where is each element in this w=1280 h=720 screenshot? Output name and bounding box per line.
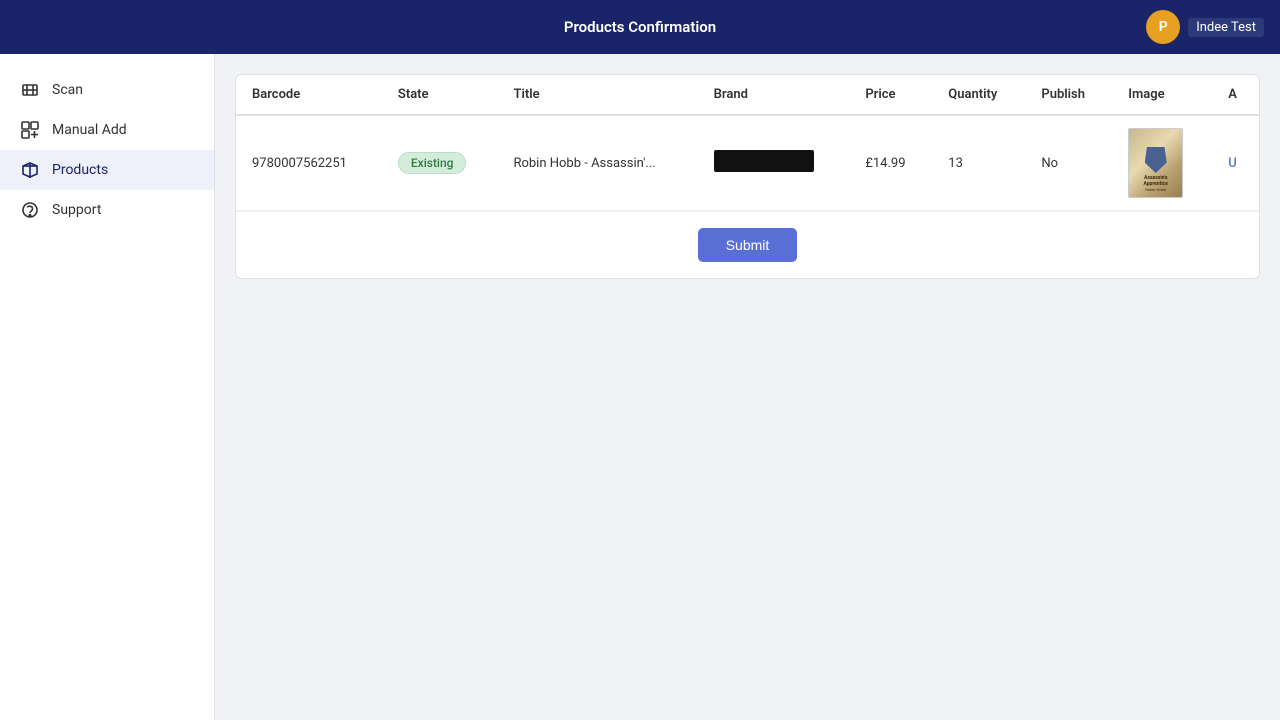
col-price: Price — [849, 75, 932, 115]
sidebar-item-products[interactable]: Products — [0, 150, 214, 190]
book-image-inner: Assassin'sApprenticeRobin Hobb — [1129, 129, 1182, 197]
sidebar-item-scan[interactable]: Scan — [0, 70, 214, 110]
app-header: Products Confirmation P Indee Test — [0, 0, 1280, 54]
user-area: P Indee Test — [1146, 10, 1264, 44]
manual-add-icon — [20, 120, 40, 140]
page-title: Products Confirmation — [564, 18, 716, 36]
cell-publish: No — [1025, 115, 1112, 211]
submit-area: Submit — [236, 211, 1259, 278]
main-layout: Scan Manual Add — [0, 54, 1280, 720]
sidebar-item-support[interactable]: Support — [0, 190, 214, 230]
book-image: Assassin'sApprenticeRobin Hobb — [1128, 128, 1183, 198]
cell-barcode: 9780007562251 — [236, 115, 382, 211]
avatar: P — [1146, 10, 1180, 44]
book-title-text: Assassin'sApprenticeRobin Hobb — [1143, 175, 1168, 193]
col-image: Image — [1112, 75, 1212, 115]
sidebar-item-support-label: Support — [52, 202, 101, 218]
col-brand: Brand — [698, 75, 850, 115]
products-table: Barcode State Title Brand Price Quantity… — [236, 75, 1259, 211]
brand-color-block — [714, 150, 814, 172]
products-icon — [20, 160, 40, 180]
sidebar: Scan Manual Add — [0, 54, 215, 720]
sidebar-item-manual-add-label: Manual Add — [52, 122, 127, 138]
col-barcode: Barcode — [236, 75, 382, 115]
table-row: 9780007562251 Existing Robin Hobb - Assa… — [236, 115, 1259, 211]
cell-quantity: 13 — [932, 115, 1025, 211]
col-publish: Publish — [1025, 75, 1112, 115]
cell-price: £14.99 — [849, 115, 932, 211]
sidebar-item-manual-add[interactable]: Manual Add — [0, 110, 214, 150]
main-content: Barcode State Title Brand Price Quantity… — [215, 54, 1280, 720]
cell-title: Robin Hobb - Assassin'... — [497, 115, 697, 211]
cell-state: Existing — [382, 115, 498, 211]
col-title: Title — [497, 75, 697, 115]
user-name: Indee Test — [1188, 18, 1264, 37]
cell-brand — [698, 115, 850, 211]
col-state: State — [382, 75, 498, 115]
products-table-card: Barcode State Title Brand Price Quantity… — [235, 74, 1260, 279]
sidebar-item-products-label: Products — [52, 162, 108, 178]
col-quantity: Quantity — [932, 75, 1025, 115]
submit-button[interactable]: Submit — [698, 228, 798, 262]
cell-image: Assassin'sApprenticeRobin Hobb — [1112, 115, 1212, 211]
cell-action[interactable]: U — [1212, 115, 1259, 211]
col-action: A — [1212, 75, 1259, 115]
book-shield-icon — [1145, 147, 1167, 173]
state-badge: Existing — [398, 152, 467, 174]
action-link[interactable]: U — [1228, 156, 1237, 171]
sidebar-item-scan-label: Scan — [52, 82, 83, 98]
scan-icon — [20, 80, 40, 100]
support-icon — [20, 200, 40, 220]
table-header-row: Barcode State Title Brand Price Quantity… — [236, 75, 1259, 115]
